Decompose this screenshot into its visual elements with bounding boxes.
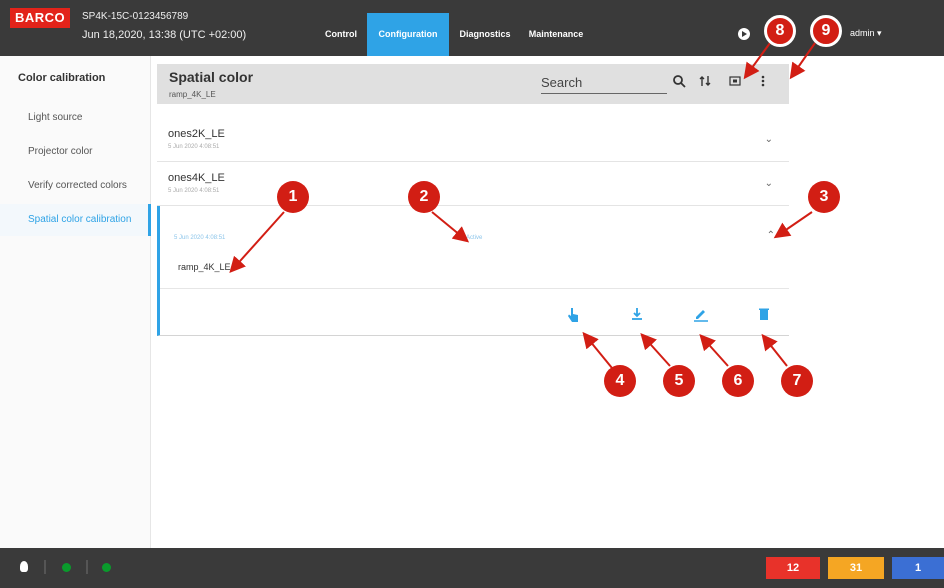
sidebar-title: Color calibration [18, 72, 106, 84]
callout-badge: 8 [764, 15, 796, 47]
play-icon[interactable] [738, 28, 750, 40]
fullscreen-icon[interactable] [727, 74, 743, 90]
activate-icon[interactable] [563, 306, 583, 326]
page-title: Spatial color [169, 69, 254, 85]
chevron-up-icon[interactable]: ⌃ [767, 230, 775, 241]
chevron-down-icon[interactable]: ⌄ [765, 134, 773, 145]
panel-header: Spatial color ramp_4K_LE [157, 64, 789, 104]
callout-badge: 7 [781, 365, 813, 397]
barco-logo: BARCO [10, 8, 71, 28]
status-indicator [102, 563, 111, 572]
divider [160, 288, 789, 289]
list-item-date: 5 Jun 2020 4:08:51 [168, 144, 220, 150]
status-badge: Active [466, 235, 483, 241]
list-item-name: ones2K_LE [168, 128, 225, 140]
sort-icon[interactable] [697, 74, 713, 90]
info-count[interactable]: 1 [892, 557, 944, 579]
tab-configuration[interactable]: Configuration [367, 13, 449, 56]
list-item[interactable]: ones2K_LE 5 Jun 2020 4:08:51 ⌄ [157, 118, 789, 162]
sidebar: Color calibration Light source Projector… [0, 56, 151, 548]
list-item-date: 5 Jun 2020 4:08:51 [168, 188, 220, 194]
search-icon[interactable] [671, 74, 687, 90]
top-bar: BARCO SP4K-15C-0123456789 Jun 18,2020, 1… [0, 0, 944, 56]
device-datetime: Jun 18,2020, 13:38 (UTC +02:00) [82, 29, 247, 41]
delete-icon[interactable] [754, 306, 774, 326]
callout-badge: 9 [810, 15, 842, 47]
callout-badge: 2 [408, 181, 440, 213]
sidebar-item-spatial-color-calibration[interactable]: Spatial color calibration [0, 204, 151, 236]
tab-diagnostics[interactable]: Diagnostics [452, 13, 518, 56]
callout-badge: 4 [604, 365, 636, 397]
callout-badge: 5 [663, 365, 695, 397]
chevron-down-icon[interactable]: ⌄ [765, 178, 773, 189]
page: BARCO SP4K-15C-0123456789 Jun 18,2020, 1… [0, 0, 944, 588]
expanded-item: 5 Jun 2020 4:08:51 Active ⌃ ramp_4K_LE [157, 206, 789, 336]
tab-control[interactable]: Control [318, 13, 364, 56]
callout-badge: 3 [808, 181, 840, 213]
sidebar-item-projector-color[interactable]: Projector color [0, 136, 151, 168]
callout-badge: 1 [277, 181, 309, 213]
list-item[interactable]: ones4K_LE 5 Jun 2020 4:08:51 ⌄ [157, 162, 789, 206]
lightbulb-icon [20, 561, 28, 572]
user-menu[interactable]: admin ▾ [850, 28, 882, 39]
download-icon[interactable] [627, 306, 647, 326]
search-input[interactable] [541, 72, 667, 94]
edit-icon[interactable] [691, 306, 711, 326]
warning-count[interactable]: 31 [828, 557, 884, 579]
more-vert-icon[interactable] [755, 74, 771, 90]
device-name: SP4K-15C-0123456789 [82, 11, 189, 22]
status-bar: 12 31 1 [0, 548, 944, 588]
page-subtitle: ramp_4K_LE [169, 90, 216, 99]
list-item-name: ones4K_LE [168, 172, 225, 184]
divider [86, 560, 88, 574]
error-count[interactable]: 12 [766, 557, 820, 579]
expanded-item-name: ramp_4K_LE [178, 262, 231, 272]
status-indicator [62, 563, 71, 572]
tab-maintenance[interactable]: Maintenance [520, 13, 592, 56]
sidebar-item-verify-corrected-colors[interactable]: Verify corrected colors [0, 170, 151, 202]
sidebar-item-light-source[interactable]: Light source [0, 102, 151, 134]
callout-badge: 6 [722, 365, 754, 397]
expanded-item-date: 5 Jun 2020 4:08:51 [174, 235, 226, 241]
divider [44, 560, 46, 574]
